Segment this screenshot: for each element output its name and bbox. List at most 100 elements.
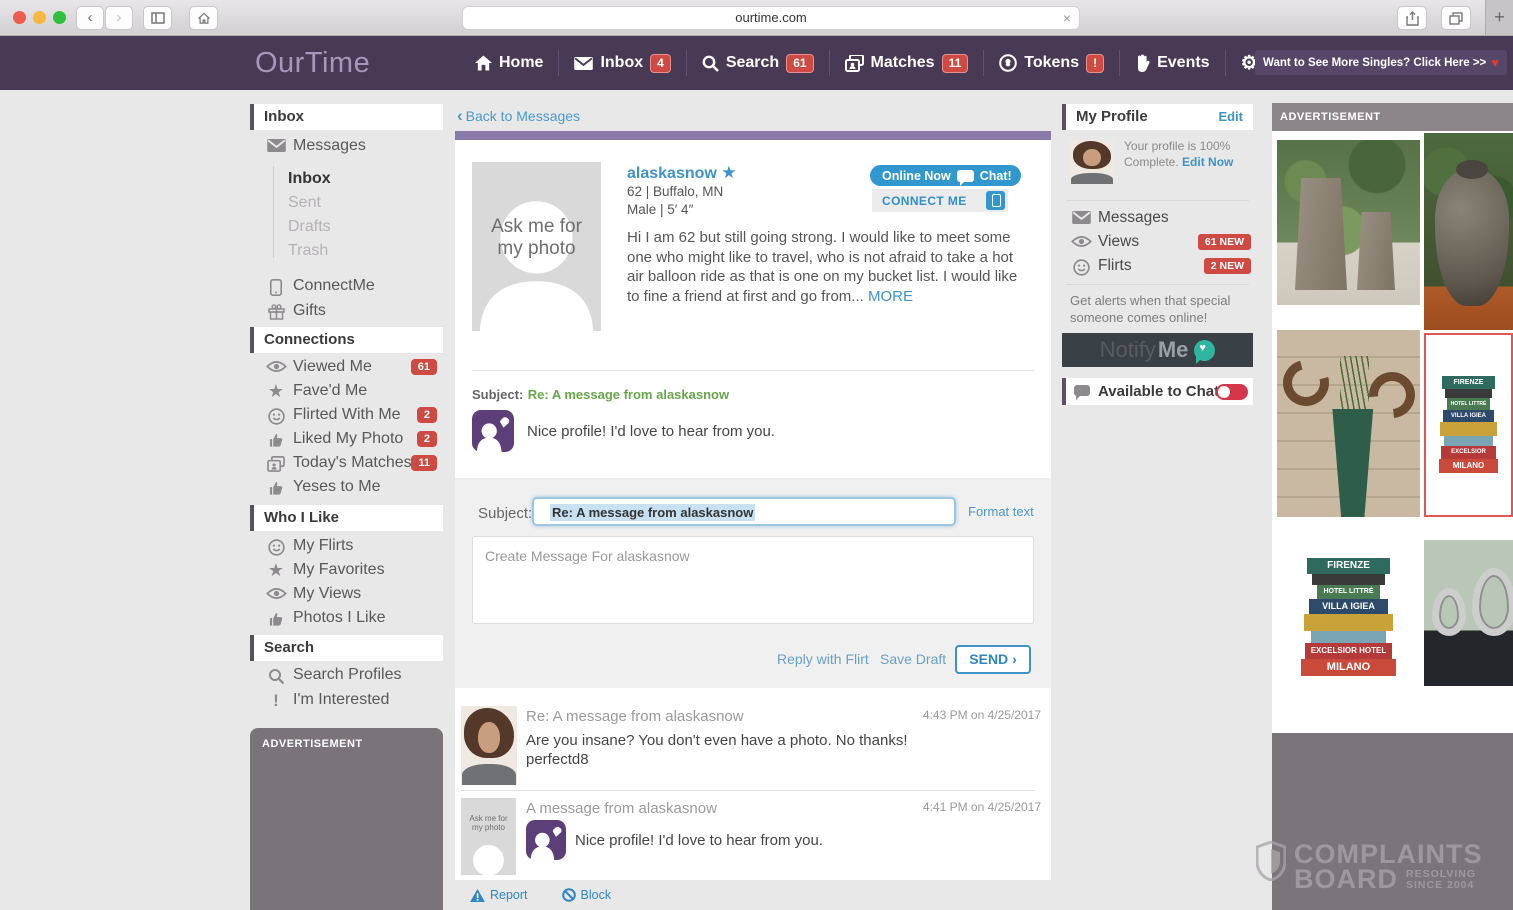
edit-profile-link[interactable]: Edit bbox=[1218, 104, 1243, 130]
sidebar-item-my-flirts[interactable]: My Flirts bbox=[250, 536, 443, 558]
nav-events[interactable]: Events bbox=[1120, 54, 1224, 72]
ad-image-scroll-vase[interactable] bbox=[1277, 330, 1420, 517]
cards-icon bbox=[265, 454, 287, 474]
sender-avatar[interactable] bbox=[461, 706, 517, 785]
sidebar-item-my-favorites[interactable]: ★ My Favorites bbox=[250, 560, 443, 582]
save-draft-link[interactable]: Save Draft bbox=[880, 651, 946, 667]
back-to-messages-link[interactable]: ‹Back to Messages bbox=[457, 106, 580, 126]
nav-tokens-label: Tokens bbox=[1024, 54, 1079, 72]
sidebar-item-label: My Flirts bbox=[293, 537, 353, 555]
bookstack-art: FIRENZE HOTEL LITTRÉ VILLA IGIEA EXCELSI… bbox=[1438, 360, 1499, 490]
url-bar[interactable]: ourtime.com × bbox=[462, 6, 1080, 30]
nav-home[interactable]: Home bbox=[460, 54, 558, 72]
edit-now-link[interactable]: Edit Now bbox=[1182, 155, 1233, 169]
profile-row-flirts[interactable]: Flirts 2 NEW bbox=[1062, 256, 1253, 278]
send-button[interactable]: SEND › bbox=[955, 645, 1031, 674]
nav-tokens[interactable]: Tokens ! bbox=[984, 54, 1119, 73]
sidebar-item-messages[interactable]: Messages bbox=[250, 136, 443, 158]
sender-avatar-placeholder[interactable]: Ask me for my photo bbox=[461, 798, 516, 875]
my-avatar[interactable] bbox=[1070, 140, 1114, 184]
connect-me-button[interactable]: CONNECT ME bbox=[872, 189, 1008, 212]
ad-image-urn[interactable] bbox=[1424, 133, 1513, 330]
reply-with-flirt-link[interactable]: Reply with Flirt bbox=[777, 651, 869, 667]
available-to-chat-toggle[interactable] bbox=[1216, 384, 1248, 400]
nav-matches[interactable]: Matches 11 bbox=[830, 54, 984, 73]
sidebar-item-im-interested[interactable]: ! I'm Interested bbox=[250, 690, 443, 712]
top-navigation: OurTime Home Inbox 4 Search 61 Matches bbox=[0, 36, 1513, 90]
nav-search[interactable]: Search 61 bbox=[687, 54, 829, 73]
sidebar-item-yeses-to-me[interactable]: Yeses to Me bbox=[250, 477, 443, 499]
clear-url-icon[interactable]: × bbox=[1063, 7, 1071, 29]
ad-image-books[interactable]: FIRENZE HOTEL LITTRÉ VILLA IGIEA EXCELSI… bbox=[1277, 525, 1420, 710]
sidebar-item-search-profiles[interactable]: Search Profiles bbox=[250, 665, 443, 687]
left-sidebar: Inbox Messages Inbox Sent Drafts Trash C… bbox=[250, 90, 443, 910]
sidebar-item-my-views[interactable]: My Views bbox=[250, 584, 443, 606]
profile-photo-placeholder[interactable]: Ask me for my photo bbox=[472, 162, 601, 331]
browser-forward-button[interactable]: › bbox=[105, 6, 133, 30]
profile-row-views[interactable]: Views 61 NEW bbox=[1062, 232, 1253, 254]
ad-image-planters[interactable] bbox=[1277, 140, 1420, 305]
left-advertisement[interactable]: ADVERTISEMENT bbox=[250, 728, 443, 910]
available-to-chat-box: Available to Chat bbox=[1062, 378, 1253, 405]
sidebar-toggle-button[interactable] bbox=[143, 6, 172, 30]
toggle-knob bbox=[1218, 386, 1230, 398]
new-tab-button[interactable]: + bbox=[1485, 0, 1513, 35]
more-link[interactable]: MORE bbox=[868, 288, 913, 305]
avatar-art bbox=[1071, 173, 1113, 184]
forward-icon: › bbox=[117, 9, 122, 26]
block-link[interactable]: Block bbox=[562, 888, 612, 902]
see-more-singles-banner[interactable]: Want to See More Singles? Click Here >> … bbox=[1255, 50, 1507, 75]
back-link-label: Back to Messages bbox=[466, 108, 580, 124]
avatar-art bbox=[478, 722, 500, 754]
notifyme-banner[interactable]: NotifyMe bbox=[1062, 333, 1253, 367]
favorite-star-icon[interactable]: ★ bbox=[721, 163, 736, 182]
nav-menu: Home Inbox 4 Search 61 Matches 11 bbox=[460, 36, 1368, 90]
show-tabs-button[interactable] bbox=[1441, 6, 1471, 30]
format-text-link[interactable]: Format text bbox=[968, 504, 1034, 519]
sidebar-item-gifts[interactable]: Gifts bbox=[250, 301, 443, 323]
nav-events-label: Events bbox=[1157, 54, 1209, 72]
ad-image-silver-vases[interactable] bbox=[1424, 540, 1513, 686]
sidebar-item-photos-i-like[interactable]: Photos I Like bbox=[250, 608, 443, 630]
maximize-window-button[interactable] bbox=[53, 11, 66, 24]
sidebar-item-viewed-me[interactable]: Viewed Me 61 bbox=[250, 357, 443, 379]
my-profile-header: My Profile Edit bbox=[1062, 104, 1253, 130]
url-text: ourtime.com bbox=[463, 7, 1079, 29]
divider bbox=[1066, 284, 1249, 285]
subject-input[interactable]: Re: A message from alaskasnow bbox=[532, 497, 956, 526]
browser-back-button[interactable]: ‹ bbox=[76, 6, 104, 30]
sidebar-item-todays-matches[interactable]: Today's Matches 11 bbox=[250, 453, 443, 475]
online-now-chat-button[interactable]: Online Now Chat! bbox=[870, 165, 1021, 186]
close-window-button[interactable] bbox=[13, 11, 26, 24]
report-link[interactable]: Report bbox=[470, 888, 528, 902]
ad-image-books-selected[interactable]: FIRENZE HOTEL LITTRÉ VILLA IGIEA EXCELSI… bbox=[1424, 333, 1513, 517]
sidebar-item-faved-me[interactable]: ★ Fave'd Me bbox=[250, 381, 443, 403]
folder-inbox[interactable]: Inbox bbox=[288, 170, 331, 188]
sidebar-item-label: Yeses to Me bbox=[293, 478, 380, 496]
viewed-me-badge: 61 bbox=[411, 359, 437, 375]
sidebar-item-liked-my-photo[interactable]: Liked My Photo 2 bbox=[250, 429, 443, 451]
ourtime-messages-page: ‹ › ourtime.com × + OurTime Home bbox=[0, 0, 1513, 910]
star-icon: ★ bbox=[265, 382, 287, 402]
folder-trash[interactable]: Trash bbox=[288, 242, 328, 260]
my-profile-panel: My Profile Edit Your profile is 100% Com… bbox=[1062, 90, 1253, 130]
minimize-window-button[interactable] bbox=[33, 11, 46, 24]
message-textarea[interactable] bbox=[472, 536, 1034, 624]
profile-row-messages[interactable]: Messages bbox=[1062, 208, 1253, 230]
folder-drafts[interactable]: Drafts bbox=[288, 218, 331, 236]
share-button[interactable] bbox=[1397, 6, 1427, 30]
sidebar-item-flirted-with-me[interactable]: Flirted With Me 2 bbox=[250, 405, 443, 427]
message-preview-text: Nice profile! I'd love to hear from you. bbox=[527, 423, 775, 440]
sidebar-header-who-i-like: Who I Like bbox=[250, 505, 443, 531]
folder-sent[interactable]: Sent bbox=[288, 194, 321, 212]
browser-home-button[interactable] bbox=[189, 6, 218, 30]
ourtime-logo[interactable]: OurTime bbox=[255, 36, 370, 90]
username-link[interactable]: alaskasnow bbox=[627, 165, 717, 182]
history-message-time: 4:41 PM on 4/25/2017 bbox=[923, 800, 1041, 814]
tabs-icon bbox=[1449, 12, 1463, 25]
sidebar-item-connectme[interactable]: ConnectMe bbox=[250, 276, 443, 298]
photo-placeholder-text: Ask me for my photo bbox=[472, 216, 601, 260]
nav-inbox[interactable]: Inbox 4 bbox=[559, 54, 685, 73]
gender-height: Male | 5′ 4″ bbox=[627, 202, 693, 217]
views-new-badge: 61 NEW bbox=[1198, 234, 1251, 250]
